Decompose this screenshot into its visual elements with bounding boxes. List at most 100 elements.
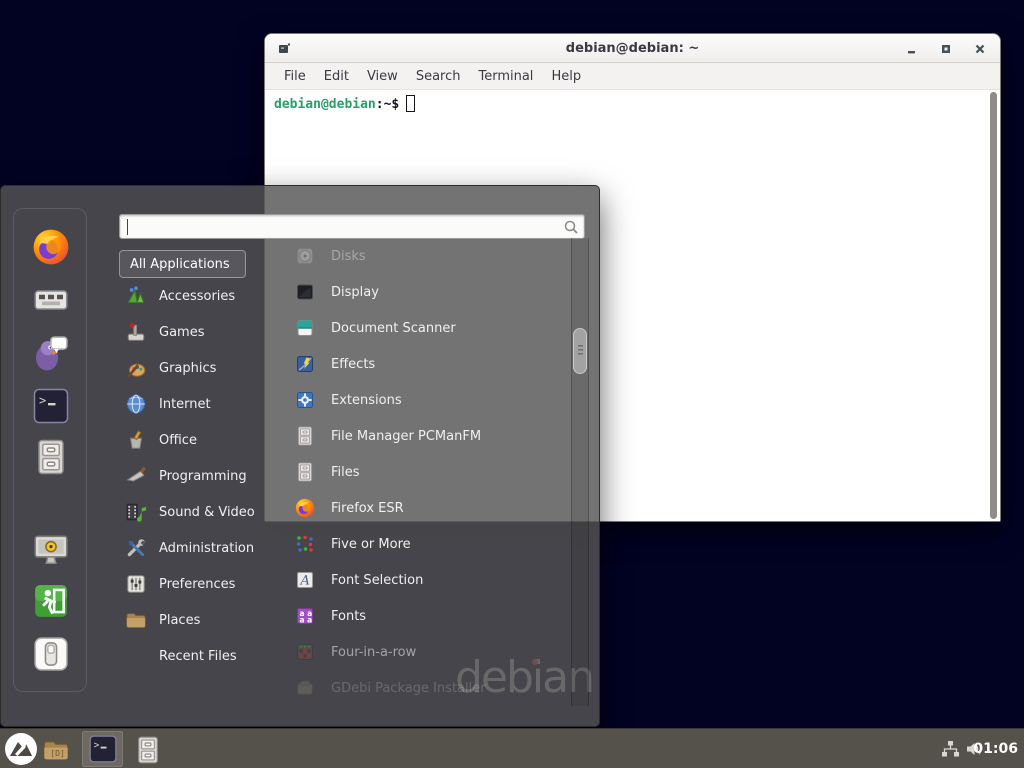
log-out-icon	[32, 582, 70, 620]
maximize-button[interactable]	[940, 43, 952, 55]
search-input[interactable]	[120, 215, 584, 238]
category-label: Sound & Video	[159, 505, 255, 520]
menu-scrollbar[interactable]	[571, 238, 589, 706]
shut-down-button[interactable]	[31, 634, 71, 674]
category-recent-files[interactable]: Recent Files	[119, 638, 279, 674]
app-effects[interactable]: Effects	[285, 346, 567, 382]
application-list: Disks Display Document Scanner	[285, 238, 567, 706]
network-icon	[940, 739, 960, 759]
network-tray-item[interactable]	[940, 729, 960, 768]
category-sound-video[interactable]: Sound & Video	[119, 494, 279, 530]
app-five-or-more[interactable]: Five or More	[285, 526, 567, 562]
display-icon	[295, 282, 315, 302]
taskbar-clock[interactable]: 01:06	[973, 729, 1018, 768]
menu-item-help[interactable]: Help	[542, 65, 590, 88]
shut-down-icon	[32, 635, 70, 673]
category-label: Office	[159, 433, 197, 448]
files-launcher[interactable]: [D]	[41, 735, 71, 765]
preferences-icon	[125, 573, 147, 595]
app-label: Fonts	[331, 609, 366, 624]
app-label: GDebi Package Installer	[331, 681, 486, 696]
app-gdebi-package-installer[interactable]: GDebi Package Installer	[285, 670, 567, 706]
menu-item-edit[interactable]: Edit	[315, 65, 358, 88]
app-label: Four-in-a-row	[331, 645, 416, 660]
font-selection-icon: A	[295, 570, 315, 590]
category-list: Accessories Games Graphics	[119, 278, 279, 674]
app-label: Document Scanner	[331, 321, 456, 336]
log-out-button[interactable]	[31, 581, 71, 621]
window-title: debian@debian: ~	[566, 41, 699, 56]
svg-text:A: A	[300, 574, 310, 589]
close-button[interactable]	[974, 43, 986, 55]
search-icon	[563, 219, 579, 235]
favorite-terminal[interactable]	[31, 386, 71, 426]
category-internet[interactable]: Internet	[119, 386, 279, 422]
category-preferences[interactable]: Preferences	[119, 566, 279, 602]
programming-icon	[125, 465, 147, 487]
terminal-window-icon	[278, 42, 291, 55]
category-programming[interactable]: Programming	[119, 458, 279, 494]
category-label: Administration	[159, 541, 254, 556]
favorite-pidgin[interactable]	[31, 333, 71, 373]
terminal-scrollbar-thumb[interactable]	[990, 92, 997, 519]
app-display[interactable]: Display	[285, 274, 567, 310]
app-font-selection[interactable]: A Font Selection	[285, 562, 567, 598]
category-label: Programming	[159, 469, 247, 484]
terminal-icon	[89, 735, 117, 763]
menu-item-search[interactable]: Search	[407, 65, 470, 88]
sound-video-icon	[125, 501, 147, 523]
category-accessories[interactable]: Accessories	[119, 278, 279, 314]
app-file-manager-pcmanfm[interactable]: File Manager PCManFM	[285, 418, 567, 454]
application-menu: All Applications Accessories Games	[0, 185, 600, 727]
menu-item-terminal[interactable]: Terminal	[469, 65, 542, 88]
app-document-scanner[interactable]: Document Scanner	[285, 310, 567, 346]
minimize-button[interactable]	[906, 43, 918, 55]
category-office[interactable]: Office	[119, 422, 279, 458]
firefox-icon	[32, 228, 70, 266]
category-label: Graphics	[159, 361, 216, 376]
svg-text:[D]: [D]	[50, 748, 65, 758]
svg-text:a a: a a	[300, 616, 313, 625]
taskbar-window-file-manager[interactable]	[132, 734, 164, 766]
terminal-titlebar[interactable]: debian@debian: ~	[265, 34, 1000, 63]
text-caret	[127, 219, 128, 235]
games-icon	[125, 321, 147, 343]
app-fonts[interactable]: a a a a Fonts	[285, 598, 567, 634]
app-files[interactable]: Files	[285, 454, 567, 490]
file-cabinet-icon	[134, 736, 162, 764]
app-firefox-esr[interactable]: Firefox ESR	[285, 490, 567, 526]
category-label: Accessories	[159, 289, 235, 304]
menu-scrollbar-thumb[interactable]	[573, 328, 587, 374]
category-label: Games	[159, 325, 204, 340]
favorite-file-manager[interactable]	[31, 437, 71, 477]
file-manager-icon	[295, 426, 315, 446]
category-games[interactable]: Games	[119, 314, 279, 350]
lock-screen-button[interactable]	[31, 529, 71, 569]
terminal-cursor	[406, 95, 415, 112]
four-in-a-row-icon	[295, 642, 315, 662]
terminal-menubar: File Edit View Search Terminal Help	[265, 63, 1000, 90]
menu-item-file[interactable]: File	[275, 65, 315, 88]
category-administration[interactable]: Administration	[119, 530, 279, 566]
app-four-in-a-row[interactable]: Four-in-a-row	[285, 634, 567, 670]
app-extensions[interactable]: Extensions	[285, 382, 567, 418]
menu-item-view[interactable]: View	[358, 65, 407, 88]
menu-button[interactable]	[4, 732, 38, 766]
taskbar-window-terminal[interactable]	[82, 731, 123, 767]
favorite-keyboard[interactable]	[31, 280, 71, 320]
five-or-more-icon	[295, 534, 315, 554]
terminal-scrollbar[interactable]	[989, 92, 998, 519]
administration-icon	[125, 537, 147, 559]
search-box	[119, 214, 585, 239]
category-places[interactable]: Places	[119, 602, 279, 638]
app-label: Disks	[331, 249, 366, 264]
accessories-icon	[125, 285, 147, 307]
favorite-firefox[interactable]	[31, 227, 71, 267]
filter-all-applications[interactable]: All Applications	[119, 250, 246, 278]
folder-icon: [D]	[42, 736, 70, 764]
category-graphics[interactable]: Graphics	[119, 350, 279, 386]
app-label: File Manager PCManFM	[331, 429, 481, 444]
app-disks[interactable]: Disks	[285, 238, 567, 274]
app-label: Display	[331, 285, 379, 300]
all-applications-label: All Applications	[130, 257, 230, 272]
